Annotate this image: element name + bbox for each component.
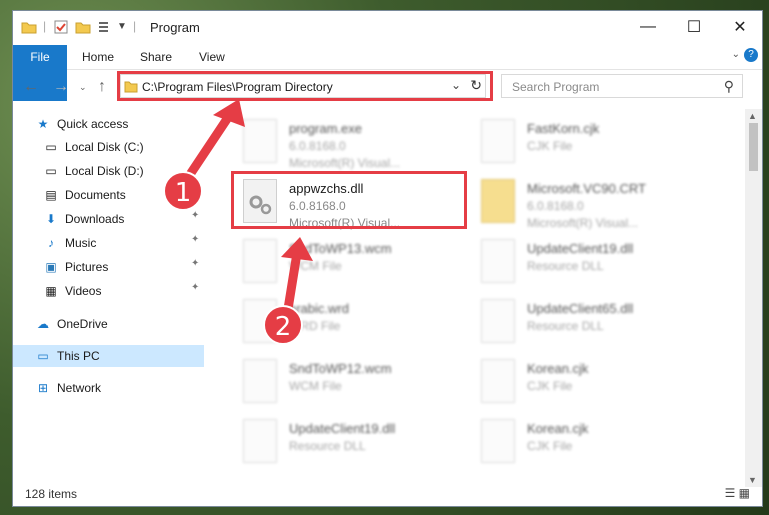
arrow-2-head xyxy=(281,237,313,261)
annotation-badge-1: 1 xyxy=(163,171,203,211)
explorer-window: | ▼ | Program — ☐ ✕ File Home Share View… xyxy=(12,10,763,507)
annotation-arrows xyxy=(186,99,313,314)
annotation-badge-2: 2 xyxy=(263,305,303,345)
